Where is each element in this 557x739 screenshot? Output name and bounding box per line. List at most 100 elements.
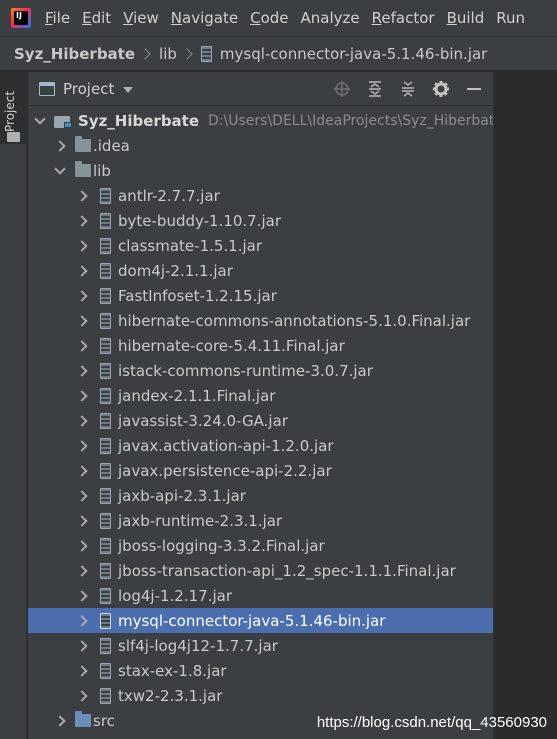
tree-jar-row[interactable]: jandex-2.1.1.Final.jar <box>28 383 493 408</box>
tree-jar-label: antlr-2.7.7.jar <box>118 186 220 205</box>
tree-folder-lib[interactable]: lib <box>28 158 493 183</box>
chevron-right-icon[interactable] <box>76 289 88 302</box>
gear-icon[interactable] <box>432 80 450 98</box>
tree-jar-label: hibernate-commons-annotations-5.1.0.Fina… <box>118 311 471 330</box>
tree-jar-row[interactable]: FastInfoset-1.2.15.jar <box>28 283 493 308</box>
tree-jar-row[interactable]: stax-ex-1.8.jar <box>28 658 493 683</box>
chevron-right-icon[interactable] <box>76 339 88 352</box>
menu-label-rest: avigate <box>182 9 239 27</box>
menu-label-rest: ode <box>260 9 289 27</box>
tree-jar-row[interactable]: classmate-1.5.1.jar <box>28 233 493 258</box>
menu-bar: IJ File Edit View Navigate Code Analyze Refact… <box>0 0 557 36</box>
tree-jar-row[interactable]: istack-commons-runtime-3.0.7.jar <box>28 358 493 383</box>
chevron-right-icon[interactable] <box>76 314 88 327</box>
tree-jar-label: javax.activation-api-1.2.0.jar <box>118 436 334 455</box>
chevron-right-icon[interactable] <box>76 389 88 402</box>
chevron-right-icon[interactable] <box>76 514 88 527</box>
breadcrumb-folder[interactable]: lib <box>159 45 177 63</box>
menu-item-file[interactable]: File <box>45 9 70 27</box>
editor-area <box>493 72 557 739</box>
chevron-right-icon[interactable] <box>76 614 88 627</box>
chevron-down-icon[interactable] <box>54 162 66 175</box>
tree-folder-idea[interactable]: .idea <box>28 133 493 158</box>
chevron-right-icon[interactable] <box>76 364 88 377</box>
chevron-down-icon[interactable] <box>34 112 46 125</box>
tree-jar-row[interactable]: antlr-2.7.7.jar <box>28 183 493 208</box>
jar-icon <box>100 312 111 329</box>
tree-jar-row[interactable]: javassist-3.24.0-GA.jar <box>28 408 493 433</box>
dropdown-arrow-icon[interactable] <box>123 86 134 93</box>
tree-jar-row[interactable]: dom4j-2.1.1.jar <box>28 258 493 283</box>
breadcrumb: Syz_Hiberbate lib mysql-connector-java-5… <box>0 36 557 71</box>
tree-jar-row[interactable]: javax.activation-api-1.2.0.jar <box>28 433 493 458</box>
chevron-right-icon[interactable] <box>76 264 88 277</box>
tree-jar-row[interactable]: txw2-2.3.1.jar <box>28 683 493 708</box>
chevron-right-icon[interactable] <box>76 439 88 452</box>
chevron-right-icon[interactable] <box>76 489 88 502</box>
breadcrumb-project[interactable]: Syz_Hiberbate <box>14 45 135 63</box>
folder-icon <box>75 161 91 177</box>
tree-jar-label: log4j-1.2.17.jar <box>118 586 232 605</box>
menu-mnemonic: F <box>45 9 53 27</box>
menu-label: Run <box>496 9 525 27</box>
project-tool-tab-label: Project <box>3 90 17 132</box>
panel-toolbar <box>318 72 483 106</box>
chevron-right-icon[interactable] <box>76 689 88 702</box>
menu-item-run[interactable]: Run <box>496 9 525 27</box>
jar-icon <box>100 262 111 279</box>
tree-jar-row[interactable]: jaxb-runtime-2.3.1.jar <box>28 508 493 533</box>
jar-icon <box>100 437 111 454</box>
intellij-logo-icon: IJ <box>11 8 31 28</box>
tree-jar-row[interactable]: jboss-transaction-api_1.2_spec-1.1.1.Fin… <box>28 558 493 583</box>
breadcrumb-separator-icon <box>181 47 193 60</box>
chevron-right-icon[interactable] <box>76 189 88 202</box>
chevron-right-icon[interactable] <box>76 414 88 427</box>
tree-jar-label: slf4j-log4j12-1.7.7.jar <box>118 636 278 655</box>
breadcrumb-separator-icon <box>139 47 151 60</box>
chevron-right-icon[interactable] <box>76 539 88 552</box>
minimize-icon[interactable] <box>465 80 483 98</box>
chevron-right-icon[interactable] <box>54 139 66 152</box>
menu-label-rest: dit <box>91 9 112 27</box>
collapse-all-icon[interactable] <box>399 80 417 98</box>
menu-item-navigate[interactable]: Navigate <box>171 9 238 27</box>
chevron-right-icon[interactable] <box>76 639 88 652</box>
tree-jar-row[interactable]: slf4j-log4j12-1.7.7.jar <box>28 633 493 658</box>
project-view-selector[interactable]: Project <box>63 80 114 98</box>
source-folder-icon <box>75 711 91 727</box>
locate-icon[interactable] <box>333 80 351 98</box>
menu-item-edit[interactable]: Edit <box>82 9 111 27</box>
menu-item-view[interactable]: View <box>123 9 159 27</box>
menu-item-build[interactable]: Build <box>447 9 485 27</box>
tree-jar-row[interactable]: byte-buddy-1.10.7.jar <box>28 208 493 233</box>
tree-jar-row[interactable]: hibernate-core-5.4.11.Final.jar <box>28 333 493 358</box>
tree-jar-row[interactable]: log4j-1.2.17.jar <box>28 583 493 608</box>
menu-label: Analyze <box>300 9 360 27</box>
tree-jar-label: classmate-1.5.1.jar <box>118 236 263 255</box>
menu-label-rest: iew <box>133 9 159 27</box>
chevron-right-icon[interactable] <box>76 589 88 602</box>
jar-icon <box>100 637 111 654</box>
tree-jar-row[interactable]: hibernate-commons-annotations-5.1.0.Fina… <box>28 308 493 333</box>
chevron-right-icon[interactable] <box>76 464 88 477</box>
tree-jar-row[interactable]: jboss-logging-3.3.2.Final.jar <box>28 533 493 558</box>
chevron-right-icon[interactable] <box>76 214 88 227</box>
menu-label-rest: efactor <box>381 9 435 27</box>
breadcrumb-file[interactable]: mysql-connector-java-5.1.46-bin.jar <box>220 45 487 63</box>
menu-item-analyze[interactable]: Analyze <box>301 9 360 27</box>
chevron-right-icon[interactable] <box>54 714 66 727</box>
expand-all-icon[interactable] <box>366 80 384 98</box>
tree-jar-label: jboss-transaction-api_1.2_spec-1.1.1.Fin… <box>118 561 456 580</box>
tree-jar-row[interactable]: jaxb-api-2.3.1.jar <box>28 483 493 508</box>
chevron-right-icon[interactable] <box>76 564 88 577</box>
chevron-right-icon[interactable] <box>76 664 88 677</box>
menu-item-refactor[interactable]: Refactor <box>372 9 435 27</box>
tree-root-row[interactable]: Syz_Hiberbate D:\Users\DELL\IdeaProjects… <box>28 108 493 133</box>
chevron-right-icon[interactable] <box>76 239 88 252</box>
tree-jar-row[interactable]: javax.persistence-api-2.2.jar <box>28 458 493 483</box>
menu-item-code[interactable]: Code <box>250 9 288 27</box>
menu-mnemonic: V <box>123 9 134 27</box>
tree-jar-row-selected[interactable]: mysql-connector-java-5.1.46-bin.jar <box>28 608 493 633</box>
menu-mnemonic: C <box>250 9 261 27</box>
jar-icon <box>200 45 212 62</box>
